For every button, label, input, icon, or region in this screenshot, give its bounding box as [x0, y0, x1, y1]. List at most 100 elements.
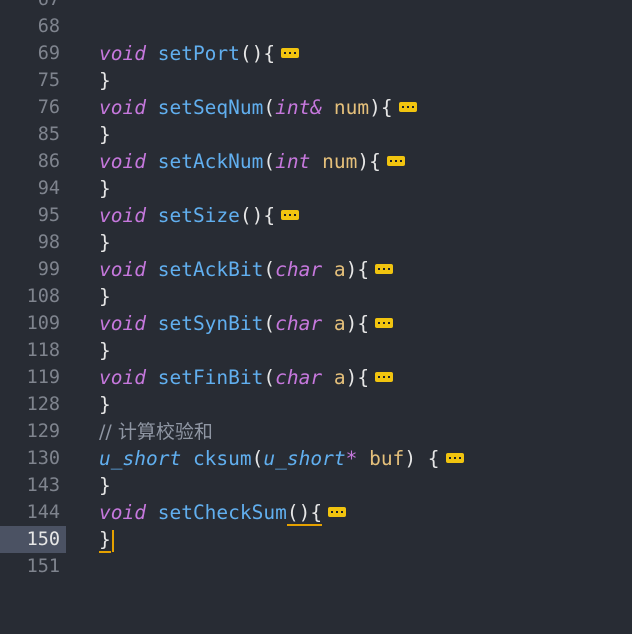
- punctuation: (){: [239, 42, 276, 65]
- closing-brace: }: [99, 474, 111, 497]
- line-number: 119: [26, 367, 60, 388]
- line-number: 69: [37, 43, 60, 64]
- param-type: int&: [275, 96, 323, 119]
- punctuation: ){: [345, 312, 370, 335]
- closing-brace: }: [99, 123, 111, 146]
- line-number: 94: [37, 178, 60, 199]
- code-line[interactable]: 130 u_short cksum(u_short* buf) {: [0, 445, 632, 472]
- code-text: }: [99, 472, 111, 499]
- line-number-active: 150: [0, 526, 66, 553]
- punctuation: ){: [369, 96, 393, 119]
- line-number: 144: [26, 502, 60, 523]
- line-number: 129: [26, 421, 60, 442]
- closing-brace: }: [99, 177, 111, 200]
- function-name: setSize: [157, 204, 240, 227]
- code-line[interactable]: 119 void setFinBit(char a){: [0, 364, 632, 391]
- closing-brace: }: [99, 393, 111, 416]
- keyword: void: [99, 42, 146, 65]
- param-type: char: [275, 366, 323, 389]
- closing-brace: }: [99, 69, 111, 92]
- code-line[interactable]: 85 }: [0, 121, 632, 148]
- code-text: }: [99, 391, 111, 418]
- code-line[interactable]: 99 void setAckBit(char a){: [0, 256, 632, 283]
- code-line[interactable]: 86 void setAckNum(int num){: [0, 148, 632, 175]
- code-line[interactable]: 118 }: [0, 337, 632, 364]
- code-text: void setSeqNum(int& num){: [99, 94, 417, 121]
- code-line[interactable]: 67: [0, 0, 632, 13]
- text-cursor: [111, 529, 114, 552]
- closing-brace: }: [99, 231, 111, 254]
- ellipsis-fold-icon[interactable]: [375, 264, 394, 274]
- code-line[interactable]: 76 void setSeqNum(int& num){: [0, 94, 632, 121]
- code-text: // 计算校验和: [99, 418, 213, 446]
- code-line[interactable]: 128 }: [0, 391, 632, 418]
- line-number: 68: [37, 16, 60, 37]
- code-text: }: [99, 229, 111, 256]
- closing-brace: }: [99, 528, 111, 553]
- code-line[interactable]: 129 // 计算校验和: [0, 418, 632, 445]
- line-number: 109: [26, 313, 60, 334]
- code-line[interactable]: 95 void setSize(){: [0, 202, 632, 229]
- ellipsis-fold-icon[interactable]: [398, 102, 417, 112]
- code-line[interactable]: 68: [0, 13, 632, 40]
- code-text: }: [99, 283, 111, 310]
- code-line[interactable]: 151: [0, 553, 632, 580]
- code-text: }: [99, 175, 111, 202]
- code-line-active[interactable]: 150 }: [0, 526, 632, 553]
- line-number: 151: [26, 556, 60, 577]
- function-name: cksum: [192, 447, 252, 470]
- ellipsis-fold-icon[interactable]: [281, 48, 300, 58]
- param-type: u_short: [263, 447, 346, 470]
- function-name: setAckBit: [157, 258, 264, 281]
- line-number: 98: [37, 232, 60, 253]
- code-line[interactable]: 69 void setPort(){: [0, 40, 632, 67]
- punctuation: (: [263, 96, 276, 119]
- code-editor[interactable]: 67 68 69 void setPort(){ 75 } 76 void se…: [0, 0, 632, 580]
- keyword: void: [99, 501, 146, 524]
- code-line[interactable]: 98 }: [0, 229, 632, 256]
- function-name: setFinBit: [157, 366, 264, 389]
- function-name: setCheckSum: [157, 501, 287, 524]
- ellipsis-fold-icon[interactable]: [445, 453, 464, 463]
- param-name: buf: [369, 447, 405, 470]
- line-number: 85: [37, 124, 60, 145]
- code-text: }: [99, 526, 114, 553]
- ellipsis-fold-icon[interactable]: [328, 507, 347, 517]
- punctuation: (: [263, 258, 276, 281]
- line-number: 108: [26, 286, 60, 307]
- code-text: void setFinBit(char a){: [99, 364, 394, 391]
- code-line[interactable]: 143 }: [0, 472, 632, 499]
- param-name: a: [333, 312, 346, 335]
- function-name: setSynBit: [157, 312, 264, 335]
- code-line[interactable]: 94 }: [0, 175, 632, 202]
- code-line[interactable]: 75 }: [0, 67, 632, 94]
- param-name: a: [333, 366, 346, 389]
- line-number: 130: [26, 448, 60, 469]
- ellipsis-fold-icon[interactable]: [386, 156, 405, 166]
- punctuation: ){: [345, 366, 370, 389]
- return-type: u_short: [99, 447, 182, 470]
- punctuation: ) {: [404, 447, 440, 470]
- ellipsis-fold-icon[interactable]: [375, 372, 394, 382]
- ellipsis-fold-icon[interactable]: [375, 318, 394, 328]
- line-number: 99: [37, 259, 60, 280]
- keyword: void: [99, 258, 146, 281]
- code-text: void setSynBit(char a){: [99, 310, 394, 337]
- code-line[interactable]: 109 void setSynBit(char a){: [0, 310, 632, 337]
- punctuation: ){: [357, 150, 381, 173]
- line-number: 95: [37, 205, 60, 226]
- line-number: 76: [37, 97, 60, 118]
- param-name: num: [322, 150, 358, 173]
- punctuation: (: [263, 366, 276, 389]
- keyword: void: [99, 150, 146, 173]
- ellipsis-fold-icon[interactable]: [281, 210, 300, 220]
- pointer-star: *: [345, 447, 358, 470]
- code-line[interactable]: 108 }: [0, 283, 632, 310]
- code-text: }: [99, 67, 111, 94]
- code-line[interactable]: 144 void setCheckSum(){: [0, 499, 632, 526]
- punctuation: (: [251, 447, 264, 470]
- param-name: num: [333, 96, 370, 119]
- code-text: }: [99, 337, 111, 364]
- keyword: void: [99, 312, 146, 335]
- code-text: void setPort(){: [99, 40, 300, 67]
